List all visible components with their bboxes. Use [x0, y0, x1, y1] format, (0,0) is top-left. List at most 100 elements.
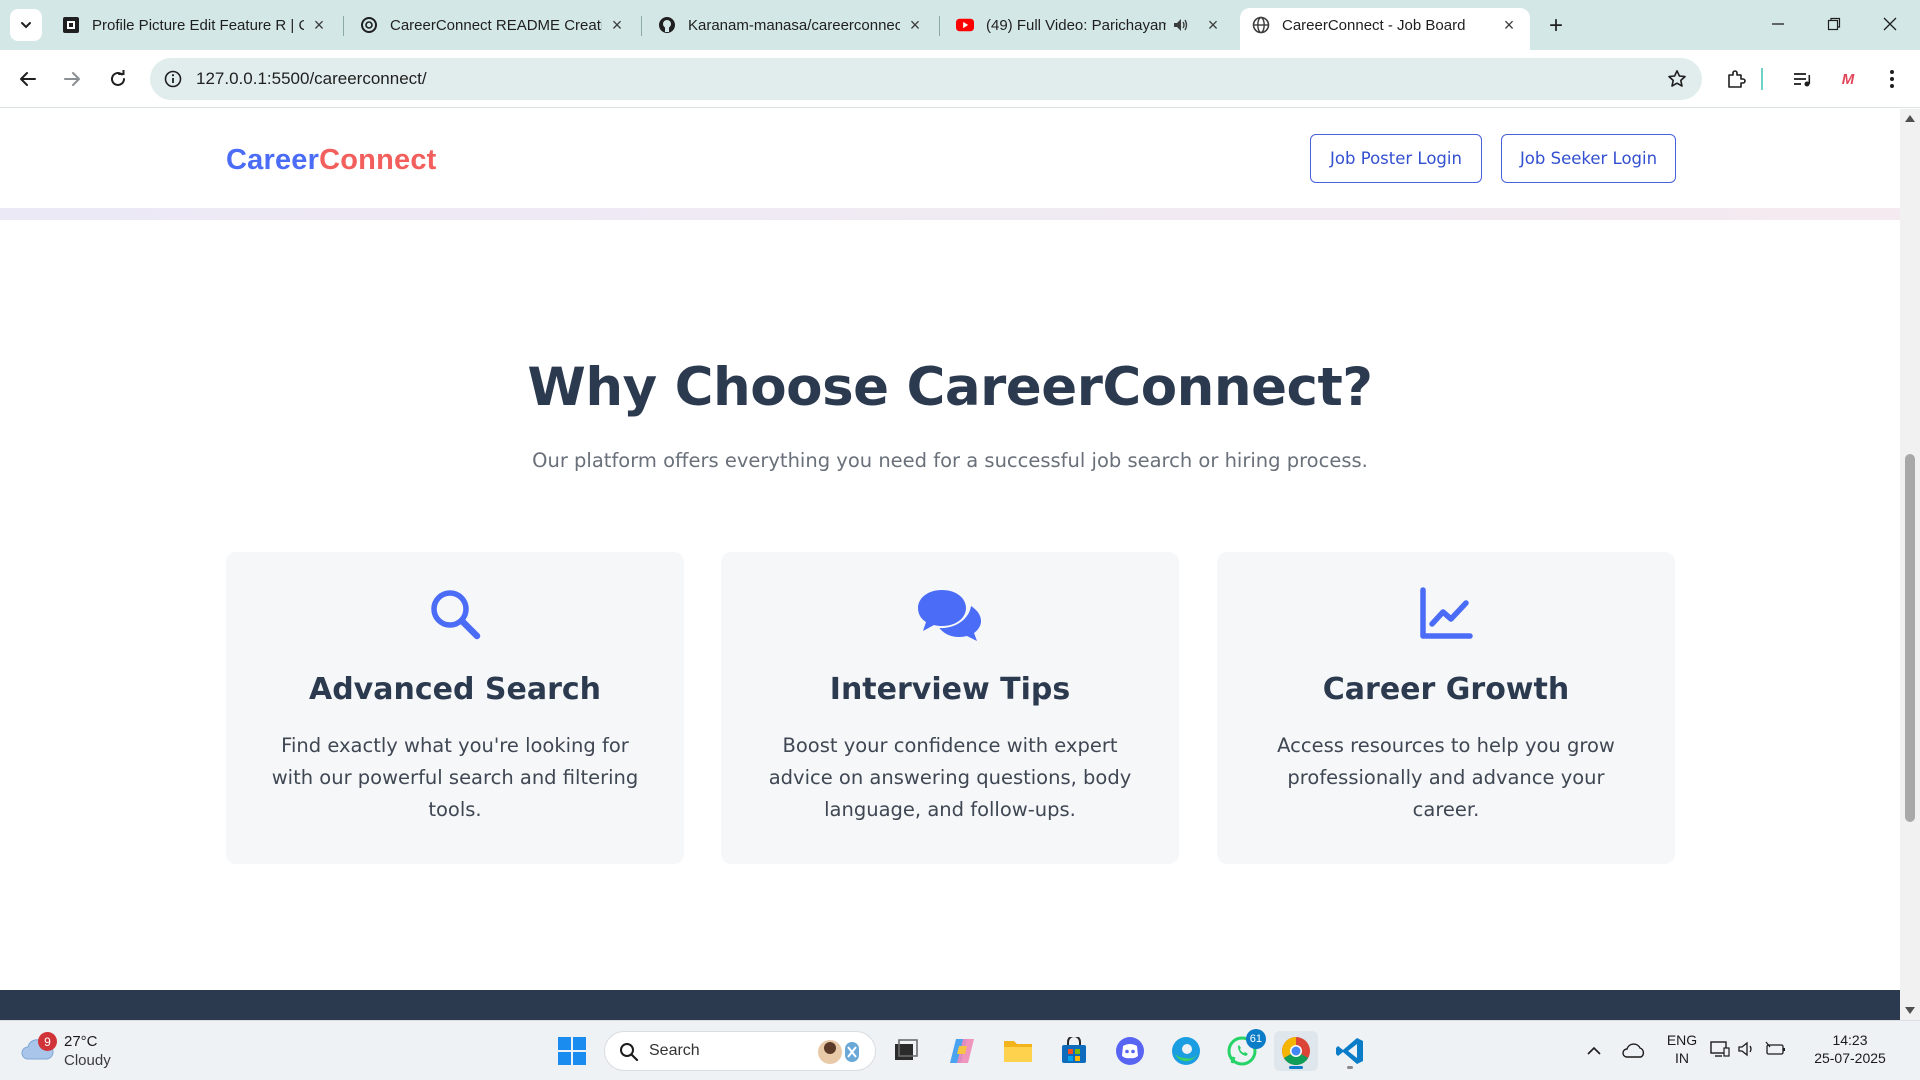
feature-card-interview-tips: Interview Tips Boost your confidence wit… [721, 552, 1179, 864]
tab-profile-picture[interactable]: Profile Picture Edit Feature R | C × [50, 8, 340, 42]
battery-icon [1764, 1041, 1786, 1062]
tab-separator [939, 16, 940, 36]
search-highlight-icon [813, 1037, 867, 1072]
media-control-icon[interactable] [1788, 65, 1816, 93]
edge-browser-icon[interactable] [1166, 1031, 1206, 1071]
footer-top-edge [0, 990, 1900, 1020]
chart-line-icon [1217, 586, 1675, 642]
windows-start-icon[interactable] [552, 1031, 592, 1071]
task-view-icon[interactable] [886, 1031, 926, 1071]
openai-icon [360, 16, 378, 34]
weather-condition: Cloudy [64, 1052, 111, 1069]
site-logo[interactable]: CareerConnect [226, 144, 437, 177]
speaker-icon[interactable] [1172, 16, 1190, 34]
close-icon[interactable]: × [1500, 15, 1518, 35]
toolbar-divider [1760, 65, 1764, 93]
page-scrollbar[interactable] [1900, 109, 1920, 1020]
vscode-icon[interactable] [1330, 1031, 1370, 1071]
region-code: IN [1675, 1050, 1689, 1066]
tab-title: Profile Picture Edit Feature R | C [92, 16, 304, 34]
taskbar-search-box[interactable]: Search [604, 1031, 876, 1071]
back-arrow-icon[interactable] [12, 63, 44, 95]
window-close-icon[interactable] [1870, 8, 1910, 40]
windows-taskbar: 9 27°C Cloudy Search 61 ENG IN 14:23 25-… [0, 1020, 1920, 1080]
tab-readme[interactable]: CareerConnect README Creatio × [348, 8, 638, 42]
site-info-icon[interactable] [162, 68, 184, 90]
feature-card-career-growth: Career Growth Access resources to help y… [1217, 552, 1675, 864]
language-indicator[interactable]: ENG IN [1662, 1032, 1702, 1066]
address-bar[interactable]: 127.0.0.1:5500/careerconnect/ [150, 58, 1702, 100]
youtube-icon [956, 16, 974, 34]
chrome-icon[interactable] [1274, 1031, 1318, 1071]
tab-youtube[interactable]: (49) Full Video: Parichayami × [944, 8, 1234, 42]
tab-separator [641, 16, 642, 36]
close-icon[interactable]: × [310, 15, 328, 35]
profile-avatar-icon[interactable]: M [1834, 65, 1862, 93]
menu-dots-icon[interactable] [1878, 65, 1906, 93]
tab-search-chevron-icon[interactable] [10, 9, 42, 41]
comments-icon [721, 586, 1179, 642]
feature-text: Access resources to help you grow profes… [1277, 734, 1615, 821]
microsoft-store-icon[interactable] [1054, 1031, 1094, 1071]
forward-arrow-icon[interactable] [56, 63, 88, 95]
weather-temp: 27°C [64, 1033, 98, 1050]
chevron-up-icon[interactable] [1574, 1031, 1614, 1071]
language-code: ENG [1666, 1032, 1698, 1048]
job-poster-login-button[interactable]: Job Poster Login [1310, 134, 1482, 183]
feature-title: Career Growth [1322, 672, 1570, 707]
tab-github[interactable]: Karanam-manasa/careerconnec × [646, 8, 936, 42]
bookmark-star-icon[interactable] [1666, 68, 1688, 90]
browser-toolbar: 127.0.0.1:5500/careerconnect/ M [0, 50, 1920, 108]
file-explorer-icon[interactable] [998, 1031, 1038, 1071]
running-app-indicator [1347, 1066, 1353, 1069]
new-tab-plus-icon[interactable]: + [1542, 12, 1570, 40]
whatsapp-unread-badge: 61 [1245, 1029, 1266, 1049]
weather-widget[interactable]: 9 27°C Cloudy [20, 1029, 130, 1073]
clock-time: 14:23 [1832, 1032, 1868, 1048]
logo-part-connect: Connect [319, 144, 437, 176]
minimize-icon[interactable] [1758, 8, 1798, 40]
search-icon [619, 1042, 639, 1067]
scroll-down-arrow-icon[interactable] [1905, 1007, 1915, 1014]
copilot-icon[interactable] [942, 1031, 982, 1071]
tab-title: (49) Full Video: Parichayami [986, 16, 1166, 34]
taskbar-search-label: Search [649, 1042, 700, 1059]
browser-tab-bar: Profile Picture Edit Feature R | C × Car… [0, 0, 1920, 50]
feature-card-advanced-search: Advanced Search Find exactly what you're… [226, 552, 684, 864]
reload-icon[interactable] [102, 63, 134, 95]
scroll-up-arrow-icon[interactable] [1905, 115, 1915, 122]
tab-title: CareerConnect README Creatio [390, 16, 602, 34]
onedrive-cloud-icon[interactable] [1614, 1031, 1654, 1071]
job-seeker-login-button[interactable]: Job Seeker Login [1501, 134, 1676, 183]
discord-icon[interactable] [1110, 1031, 1150, 1071]
close-icon[interactable]: × [1204, 15, 1222, 35]
feature-text: Boost your confidence with expert advice… [768, 734, 1132, 821]
scrollbar-thumb[interactable] [1905, 454, 1915, 822]
feature-title: Advanced Search [308, 672, 602, 707]
system-tray-quick-settings[interactable] [1708, 1031, 1788, 1071]
weather-alert-badge: 9 [38, 1032, 57, 1051]
network-icon [1710, 1040, 1730, 1063]
close-icon[interactable]: × [608, 15, 626, 35]
logo-part-career: Career [226, 144, 320, 176]
close-icon[interactable]: × [906, 15, 924, 35]
section-subtitle: Our platform offers everything you need … [532, 449, 1368, 472]
tab-title: Karanam-manasa/careerconnec [688, 16, 900, 34]
hero-section-bottom-edge [0, 208, 1900, 220]
tab-title: CareerConnect - Job Board [1282, 16, 1466, 34]
active-app-indicator [1289, 1066, 1303, 1069]
clock-date: 25-07-2025 [1814, 1050, 1886, 1066]
whatsapp-icon[interactable]: 61 [1222, 1029, 1266, 1071]
clock[interactable]: 14:23 25-07-2025 [1810, 1032, 1890, 1066]
extensions-puzzle-icon[interactable] [1722, 65, 1750, 93]
feature-title: Interview Tips [829, 672, 1071, 707]
page-viewport: CareerConnect Job Poster Login Job Seeke… [0, 109, 1900, 1020]
volume-icon [1738, 1041, 1756, 1062]
page-icon [62, 16, 80, 34]
restore-icon[interactable] [1814, 8, 1854, 40]
url-text[interactable]: 127.0.0.1:5500/careerconnect/ [196, 69, 427, 89]
section-title: Why Choose CareerConnect? [527, 357, 1373, 418]
tab-separator [343, 16, 344, 36]
tab-careerconnect[interactable]: CareerConnect - Job Board × [1240, 8, 1530, 50]
site-header: CareerConnect Job Poster Login Job Seeke… [0, 109, 1900, 208]
